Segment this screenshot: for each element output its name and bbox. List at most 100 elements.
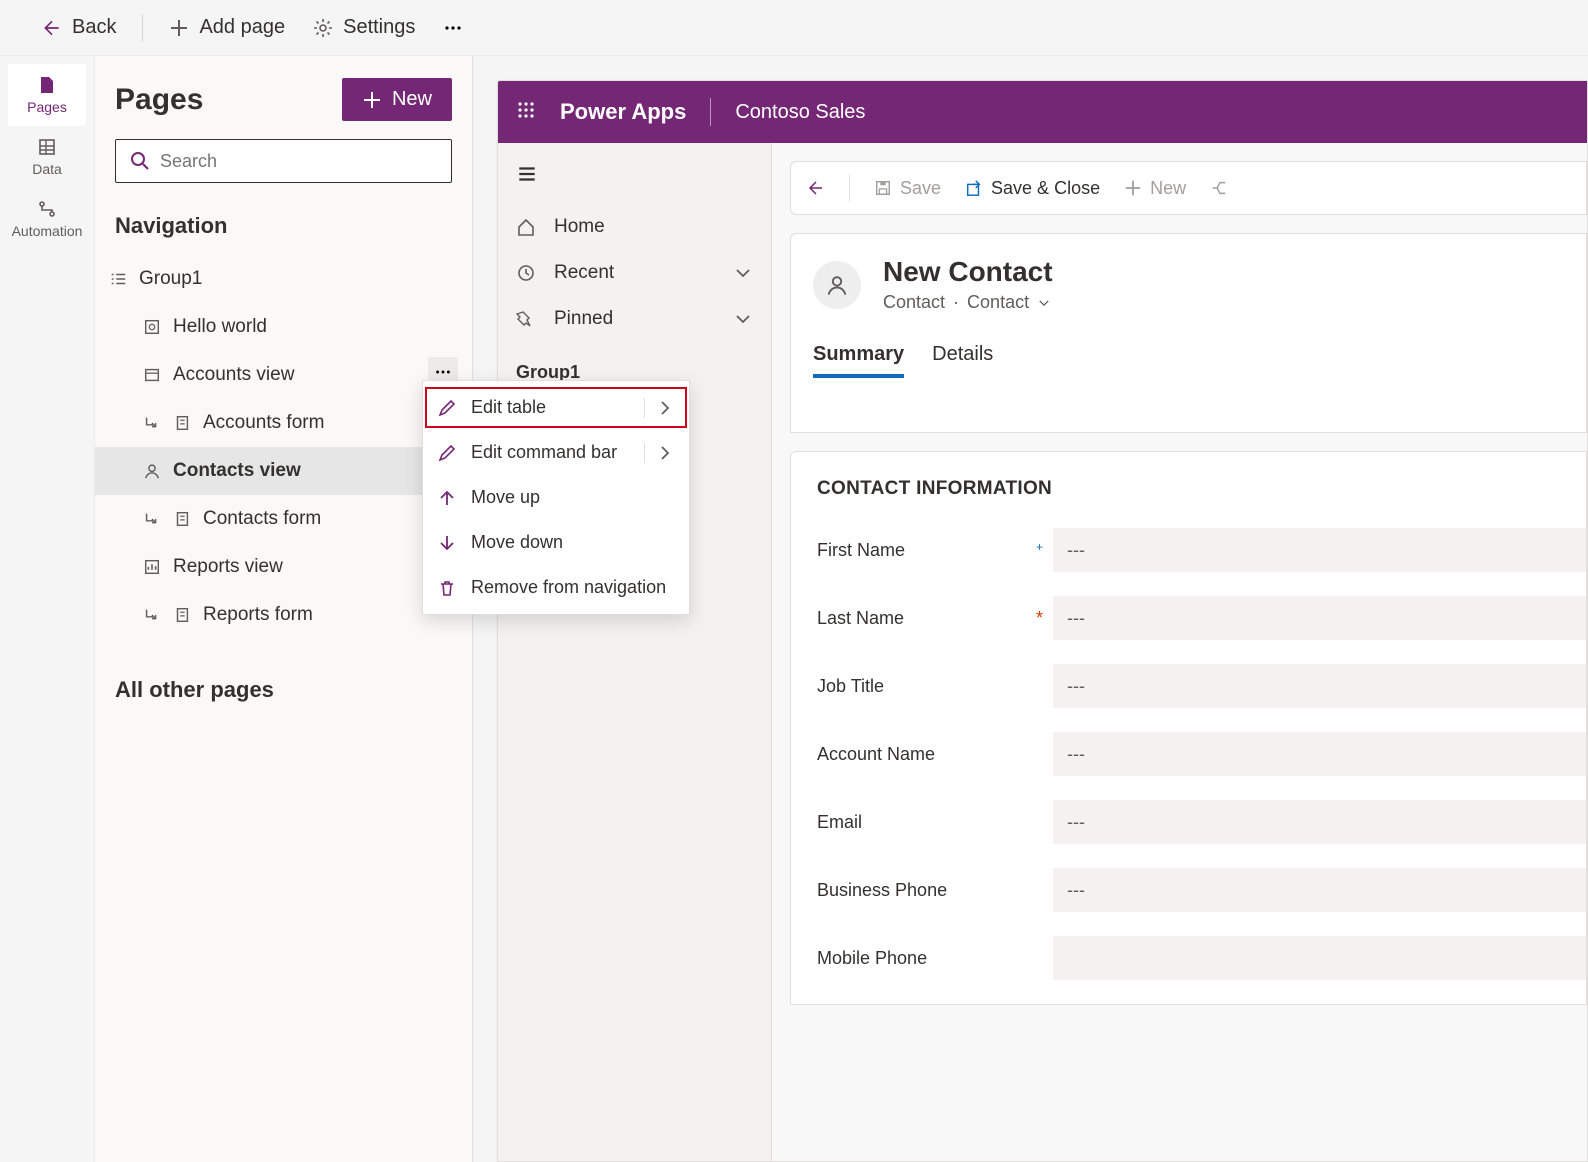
field-row: Business Phone--- bbox=[817, 868, 1586, 912]
nav-item-label: Reports view bbox=[173, 556, 283, 578]
form-icon bbox=[173, 414, 191, 432]
toolbar-separator bbox=[142, 14, 143, 42]
rail-data-label: Data bbox=[32, 161, 62, 177]
add-page-label: Add page bbox=[199, 16, 285, 39]
chevron-right-icon bbox=[655, 398, 675, 418]
back-button[interactable]: Back bbox=[32, 10, 126, 45]
tab-details[interactable]: Details bbox=[932, 335, 993, 378]
field-input[interactable]: --- bbox=[1053, 596, 1586, 640]
nav-home[interactable]: Home bbox=[498, 204, 771, 250]
cmd-back[interactable] bbox=[807, 179, 825, 197]
nav-item-accounts-form[interactable]: Accounts form bbox=[95, 399, 472, 447]
chevron-right-icon bbox=[655, 443, 675, 463]
search-box[interactable] bbox=[115, 139, 452, 183]
form-area: Save Save & Close New New Contact Contac… bbox=[772, 143, 1587, 1161]
section-contact-info: CONTACT INFORMATION First Name+---Last N… bbox=[790, 451, 1587, 1005]
field-input[interactable] bbox=[1053, 936, 1586, 980]
hamburger-icon bbox=[516, 163, 538, 185]
arrow-up-icon bbox=[437, 488, 457, 508]
subform-icon bbox=[143, 510, 161, 528]
field-label: Business Phone bbox=[817, 880, 1053, 901]
field-label: Last Name* bbox=[817, 608, 1053, 629]
nav-item-reports-form[interactable]: Reports form bbox=[95, 591, 472, 639]
nav-item-hello[interactable]: Hello world bbox=[95, 303, 472, 351]
field-input[interactable]: --- bbox=[1053, 868, 1586, 912]
top-toolbar: Back Add page Settings bbox=[0, 0, 1588, 56]
all-other-pages[interactable]: All other pages bbox=[95, 639, 472, 741]
context-menu: Edit table Edit command bar Move up Move… bbox=[422, 380, 690, 615]
nav-collapse[interactable] bbox=[498, 155, 771, 204]
left-rail: Pages Data Automation bbox=[0, 56, 95, 1162]
nav-tree: Group1 Hello world Accounts view Account… bbox=[95, 255, 472, 639]
nav-item-contacts-form[interactable]: Contacts form bbox=[95, 495, 472, 543]
header-separator bbox=[710, 98, 711, 126]
field-row: Mobile Phone bbox=[817, 936, 1586, 980]
save-close-icon bbox=[965, 179, 983, 197]
field-row: Last Name*--- bbox=[817, 596, 1586, 640]
person-icon bbox=[825, 273, 849, 297]
nav-group[interactable]: Group1 bbox=[95, 255, 472, 303]
ctx-remove[interactable]: Remove from navigation bbox=[423, 565, 689, 610]
data-icon bbox=[37, 137, 57, 157]
form-header-card: New Contact Contact · Contact Summary De… bbox=[790, 233, 1587, 433]
nav-recent-label: Recent bbox=[554, 262, 614, 284]
clock-icon bbox=[516, 263, 536, 283]
command-bar: Save Save & Close New bbox=[790, 161, 1587, 215]
nav-item-accounts-view[interactable]: Accounts view bbox=[95, 351, 472, 399]
flow-icon bbox=[1210, 179, 1228, 197]
required-indicator: + bbox=[1036, 540, 1043, 554]
ctx-move-down[interactable]: Move down bbox=[423, 520, 689, 565]
save-icon bbox=[874, 179, 892, 197]
cmd-save-close[interactable]: Save & Close bbox=[965, 178, 1100, 199]
entity-label: Contact bbox=[883, 292, 945, 313]
field-input[interactable]: --- bbox=[1053, 732, 1586, 776]
cmd-new[interactable]: New bbox=[1124, 178, 1186, 199]
field-input[interactable]: --- bbox=[1053, 528, 1586, 572]
app-launcher[interactable] bbox=[516, 100, 536, 125]
home-icon bbox=[516, 217, 536, 237]
nav-pinned-label: Pinned bbox=[554, 308, 613, 330]
nav-recent[interactable]: Recent bbox=[498, 250, 771, 296]
nav-item-label: Hello world bbox=[173, 316, 267, 338]
plus-icon bbox=[169, 18, 189, 38]
search-input[interactable] bbox=[160, 151, 437, 172]
field-label: Job Title bbox=[817, 676, 1053, 697]
overflow-button[interactable] bbox=[433, 12, 473, 44]
chevron-down-icon bbox=[733, 263, 753, 283]
cmd-new-label: New bbox=[1150, 178, 1186, 199]
ctx-label: Move up bbox=[471, 487, 540, 508]
field-input[interactable]: --- bbox=[1053, 800, 1586, 844]
nav-item-reports-view[interactable]: Reports view bbox=[95, 543, 472, 591]
tab-summary[interactable]: Summary bbox=[813, 335, 904, 378]
nav-item-contacts-view[interactable]: Contacts view bbox=[95, 447, 472, 495]
view-label[interactable]: Contact bbox=[967, 292, 1029, 313]
avatar bbox=[813, 261, 861, 309]
form-tabs: Summary Details bbox=[813, 335, 1586, 378]
ctx-edit-command-bar[interactable]: Edit command bar bbox=[423, 430, 689, 475]
rail-pages[interactable]: Pages bbox=[8, 64, 86, 126]
back-arrow-icon bbox=[42, 18, 62, 38]
nav-pinned[interactable]: Pinned bbox=[498, 296, 771, 342]
new-page-label: New bbox=[392, 88, 432, 111]
nav-item-label: Contacts view bbox=[173, 460, 301, 482]
ctx-label: Edit command bar bbox=[471, 442, 617, 463]
trash-icon bbox=[437, 578, 457, 598]
new-page-button[interactable]: New bbox=[342, 78, 452, 121]
settings-button[interactable]: Settings bbox=[303, 10, 425, 45]
form-icon bbox=[173, 606, 191, 624]
cmd-flow[interactable] bbox=[1210, 179, 1228, 197]
add-page-button[interactable]: Add page bbox=[159, 10, 295, 45]
rail-automation[interactable]: Automation bbox=[8, 188, 86, 250]
cmd-save[interactable]: Save bbox=[874, 178, 941, 199]
ctx-label: Remove from navigation bbox=[471, 577, 666, 598]
rail-automation-label: Automation bbox=[12, 223, 83, 239]
form-title: New Contact bbox=[883, 256, 1053, 288]
ctx-edit-table[interactable]: Edit table bbox=[423, 385, 689, 430]
rail-data[interactable]: Data bbox=[8, 126, 86, 188]
nav-item-label: Reports form bbox=[203, 604, 313, 626]
search-icon bbox=[130, 151, 150, 171]
field-input[interactable]: --- bbox=[1053, 664, 1586, 708]
chevron-down-icon bbox=[1037, 296, 1051, 310]
app-header: Power Apps Contoso Sales bbox=[498, 81, 1587, 143]
ctx-move-up[interactable]: Move up bbox=[423, 475, 689, 520]
